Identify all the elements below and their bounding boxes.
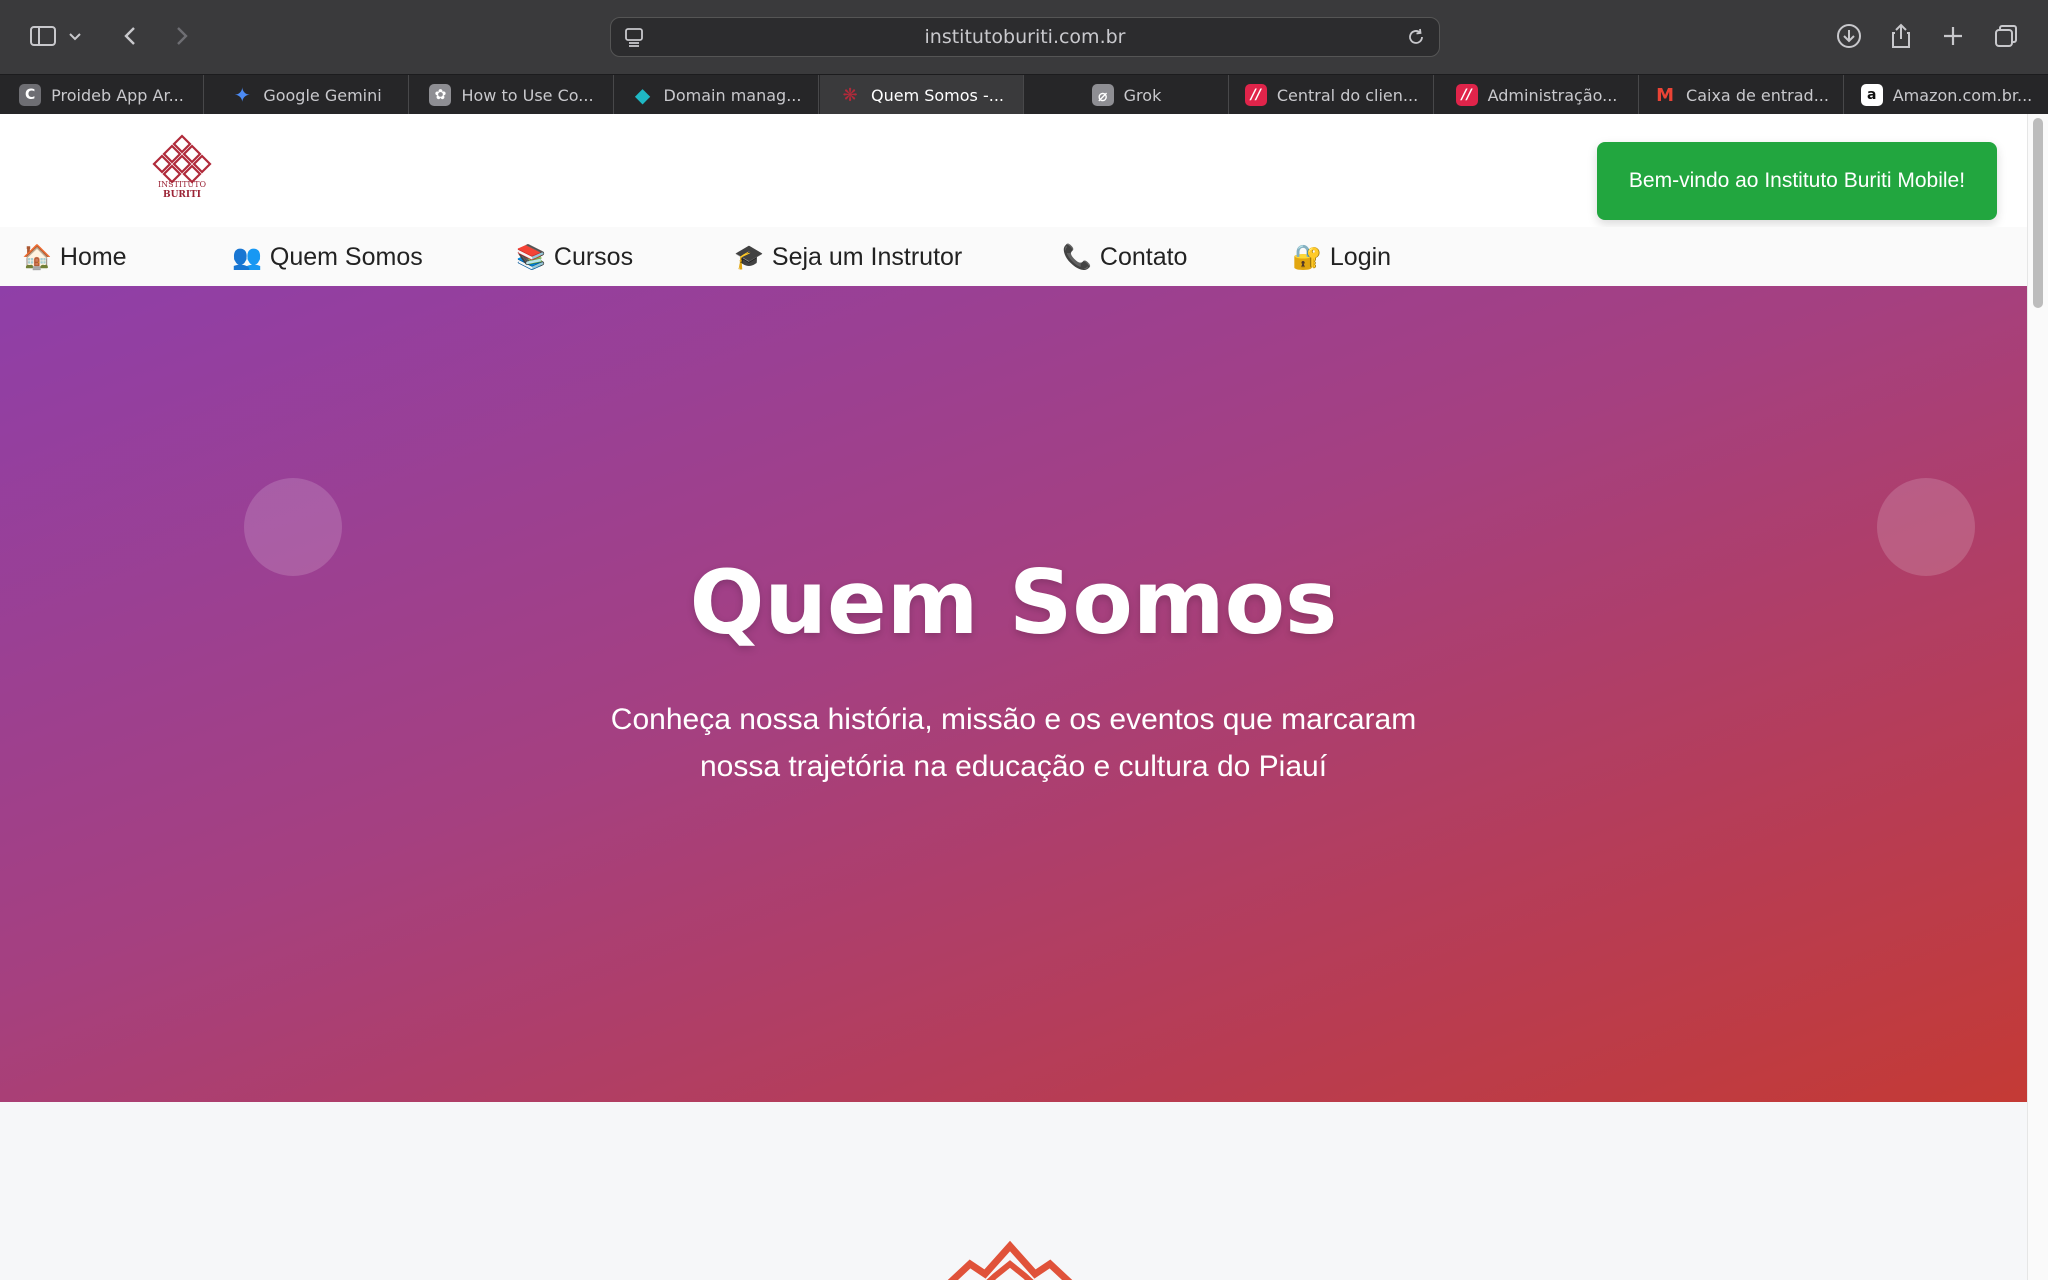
logo-line-2: BURITI (162, 190, 202, 200)
url-text: institutoburiti.com.br (924, 26, 1126, 48)
nav-label: Cursos (553, 242, 634, 271)
hero-section: Quem Somos Conheça nossa história, missã… (0, 286, 2027, 1102)
back-icon[interactable] (112, 17, 150, 55)
lock-icon: 🔐 (1292, 243, 1322, 271)
house-icon: 🏠 (22, 243, 52, 271)
browser-tab-active[interactable]: ❋ Quem Somos -... (820, 75, 1024, 115)
browser-tab[interactable]: ✿ How to Use Co... (410, 75, 614, 115)
new-tab-icon[interactable] (1934, 17, 1972, 55)
phone-icon: 📞 (1062, 243, 1092, 271)
browser-toolbar: institutoburiti.com.br (0, 0, 2048, 74)
nav-item-cursos[interactable]: 📚 Cursos (516, 227, 633, 287)
forward-icon[interactable] (162, 17, 200, 55)
books-icon: 📚 (516, 243, 546, 271)
nav-label: Home (59, 242, 127, 271)
nav-item-seja-instrutor[interactable]: 🎓 Seja um Instrutor (734, 227, 962, 287)
share-icon[interactable] (1882, 17, 1920, 55)
hero-subtitle-line-2: nossa trajetória na educação e cultura d… (699, 750, 1328, 783)
nav-item-quem-somos[interactable]: 👥 Quem Somos (232, 227, 423, 287)
address-bar[interactable]: institutoburiti.com.br (610, 17, 1440, 57)
site-header: INSTITUTO BURITI Bem-vindo ao Instituto … (0, 114, 2027, 227)
nav-label: Quem Somos (269, 242, 423, 271)
browser-tab[interactable]: // Administração... (1435, 75, 1639, 115)
tab-label: Quem Somos -... (870, 85, 1005, 105)
hero-subtitle: Conheça nossa história, missão e os even… (600, 696, 1427, 790)
logo-line-1: INSTITUTO (157, 180, 207, 189)
nav-label: Login (1329, 242, 1392, 271)
tab-label: Amazon.com.br... (1892, 85, 2033, 105)
amazon-icon: a (1860, 84, 1883, 106)
tab-label: Google Gemini (263, 85, 382, 105)
web-page: INSTITUTO BURITI Bem-vindo ao Instituto … (0, 114, 2027, 1280)
browser-tab[interactable]: M Caixa de entrad... (1640, 75, 1844, 115)
page-scrollbar[interactable] (2027, 114, 2048, 1280)
buriti-favicon-icon: ❋ (842, 84, 858, 106)
hero-subtitle-line-1: Conheça nossa história, missão e os even… (610, 703, 1417, 736)
reload-icon[interactable] (1405, 26, 1427, 48)
tab-label: Grok (1123, 85, 1162, 105)
nav-item-login[interactable]: 🔐 Login (1292, 227, 1391, 287)
tab-overview-icon[interactable] (1987, 17, 2025, 55)
logo-wordmark: INSTITUTO BURITI (140, 180, 224, 200)
tab-favicon-icon: C (19, 84, 42, 106)
scrollbar-thumb[interactable] (2033, 118, 2043, 308)
browser-tab[interactable]: a Amazon.com.br... (1845, 75, 2048, 115)
tab-label: Central do clien... (1276, 85, 1419, 105)
nav-item-contato[interactable]: 📞 Contato (1062, 227, 1187, 287)
chevron-down-icon[interactable] (64, 17, 86, 55)
welcome-button[interactable]: Bem-vindo ao Instituto Buriti Mobile! (1597, 142, 1997, 220)
nav-item-home[interactable]: 🏠 Home (22, 227, 127, 287)
grok-icon: ⌀ (1091, 84, 1114, 106)
tab-favicon-icon: ✿ (429, 84, 452, 106)
tab-bar: C Proideb App Ar... ✦ Google Gemini ✿ How t… (0, 74, 2048, 115)
tab-label: How to Use Co... (461, 85, 594, 105)
browser-tab[interactable]: ✦ Google Gemini (205, 75, 409, 115)
domain-icon: ◆ (634, 83, 651, 107)
nav-label: Contato (1099, 242, 1188, 271)
tab-label: Domain manag... (663, 85, 802, 105)
nav-label: Seja um Instrutor (771, 242, 963, 271)
browser-tab[interactable]: ◆ Domain manag... (615, 75, 819, 115)
tab-label: Caixa de entrad... (1686, 85, 1829, 105)
tab-label: Proideb App Ar... (51, 85, 184, 105)
mountains-icon (947, 1240, 1073, 1280)
browser-tab[interactable]: ⌀ Grok (1025, 75, 1229, 115)
gmail-icon: M (1656, 84, 1674, 106)
graduation-cap-icon: 🎓 (734, 243, 764, 271)
gemini-icon: ✦ (233, 83, 251, 107)
tab-favicon-icon: // (1455, 84, 1478, 106)
tab-label: Administração... (1487, 85, 1618, 105)
tab-favicon-icon: // (1244, 84, 1267, 106)
people-icon: 👥 (232, 243, 262, 271)
browser-tab[interactable]: // Central do clien... (1230, 75, 1434, 115)
sidebar-toggle-icon[interactable] (24, 17, 62, 55)
browser-tab[interactable]: C Proideb App Ar... (0, 75, 204, 115)
hero-title: Quem Somos (689, 551, 1338, 654)
download-icon[interactable] (1830, 17, 1868, 55)
